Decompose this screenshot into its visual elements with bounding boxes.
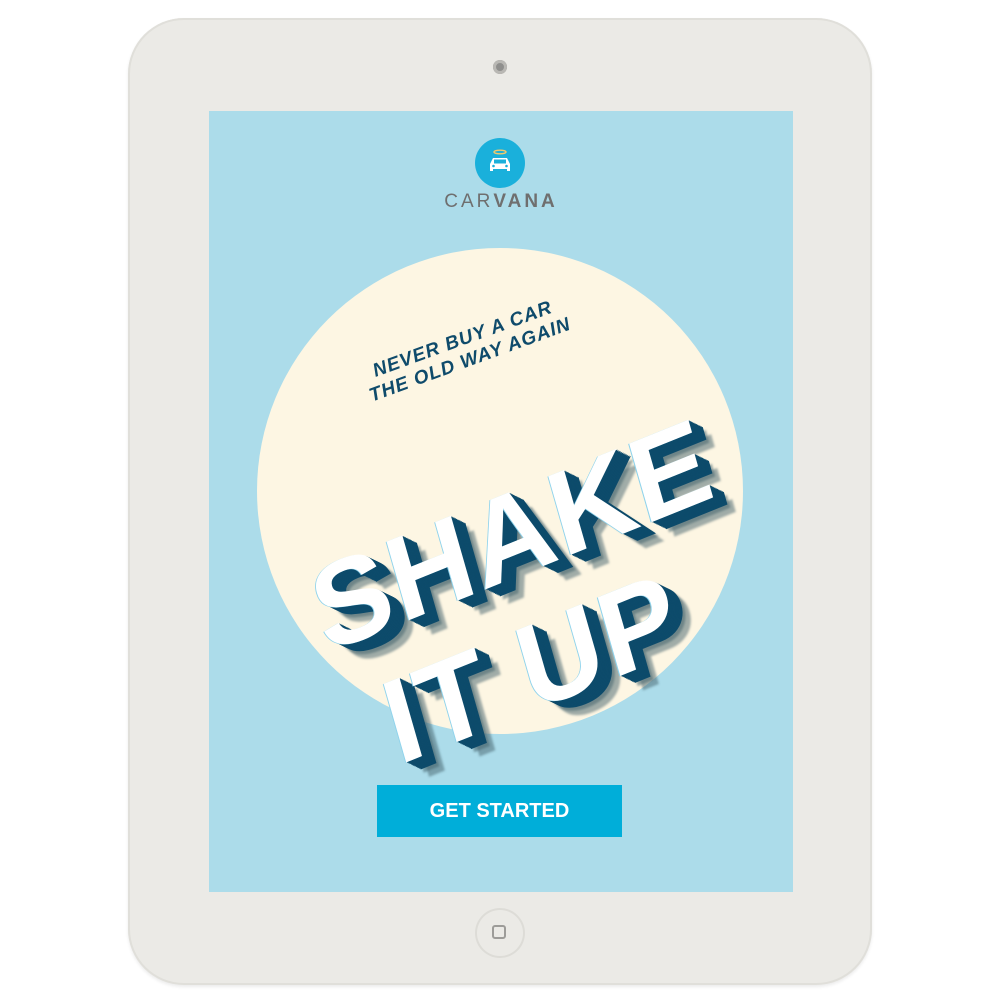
home-button[interactable] — [475, 908, 525, 958]
hero: NEVER BUY A CAR THE OLD WAY AGAIN SHAKE … — [209, 111, 793, 892]
tagline: NEVER BUY A CAR THE OLD WAY AGAIN — [359, 293, 574, 407]
home-square-icon — [492, 925, 506, 939]
camera-icon — [493, 60, 507, 74]
app-screen: CARVANA NEVER BUY A CAR THE OLD WAY AGAI… — [209, 111, 793, 892]
get-started-button[interactable]: GET STARTED — [377, 785, 622, 837]
